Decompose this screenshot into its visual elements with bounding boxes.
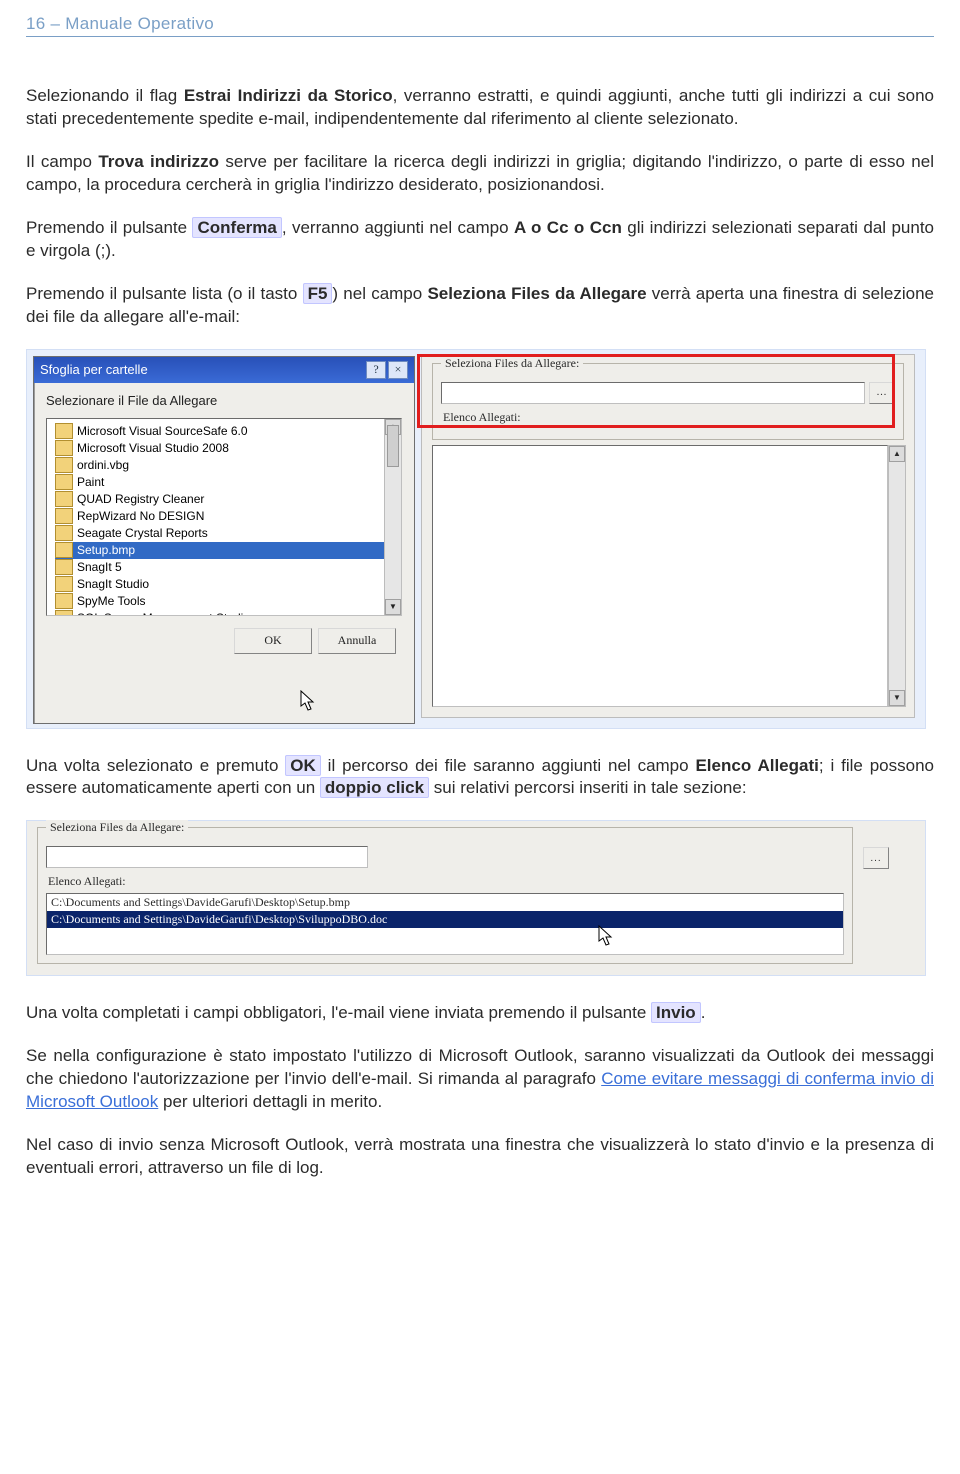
tree-item-label: Setup.bmp bbox=[77, 543, 135, 557]
tree-item-label: QUAD Registry Cleaner bbox=[77, 492, 204, 506]
file-icon bbox=[55, 525, 73, 541]
paragraph: Una volta selezionato e premuto OK il pe… bbox=[26, 755, 934, 801]
close-button[interactable]: × bbox=[388, 361, 408, 379]
conferma-highlight: Conferma bbox=[192, 217, 281, 238]
cursor-icon bbox=[597, 925, 615, 947]
tree-item[interactable]: ordini.vbg bbox=[55, 457, 401, 474]
tree-item-label: ordini.vbg bbox=[77, 458, 129, 472]
tree-item[interactable]: Setup.bmp bbox=[55, 542, 401, 559]
tree-item[interactable]: RepWizard No DESIGN bbox=[55, 508, 401, 525]
file-icon bbox=[55, 457, 73, 473]
cancel-button[interactable]: Annulla bbox=[318, 628, 396, 654]
folder-tree[interactable]: Microsoft Visual SourceSafe 6.0 Microsoft… bbox=[46, 418, 402, 616]
f5-highlight: F5 bbox=[303, 283, 333, 304]
tree-item[interactable]: Paint bbox=[55, 474, 401, 491]
tree-scrollbar[interactable]: ▲ ▼ bbox=[384, 419, 401, 615]
tree-item-label: Seagate Crystal Reports bbox=[77, 526, 208, 540]
scroll-up-icon[interactable]: ▲ bbox=[889, 446, 905, 462]
attachments-list[interactable] bbox=[432, 445, 888, 707]
doubleclick-highlight: doppio click bbox=[320, 777, 429, 798]
browse-folder-window: Sfoglia per cartelle ? × Selezionare il … bbox=[33, 356, 415, 724]
tree-item[interactable]: Seagate Crystal Reports bbox=[55, 525, 401, 542]
ok-highlight: OK bbox=[285, 755, 321, 776]
tree-item-label: SpyMe Tools bbox=[77, 594, 145, 608]
file-icon bbox=[55, 474, 73, 490]
file-icon bbox=[55, 610, 73, 616]
scroll-thumb[interactable] bbox=[387, 425, 399, 467]
ok-button[interactable]: OK bbox=[234, 628, 312, 654]
titlebar[interactable]: Sfoglia per cartelle ? × bbox=[34, 357, 414, 383]
scroll-down-icon[interactable]: ▼ bbox=[889, 690, 905, 706]
tree-item-label: SQL Server Management Studio bbox=[77, 611, 250, 616]
tree-item[interactable]: SnagIt Studio bbox=[55, 576, 401, 593]
document-page: 16 – Manuale Operativo Selezionando il f… bbox=[0, 0, 960, 1474]
tree-item-label: Microsoft Visual SourceSafe 6.0 bbox=[77, 424, 248, 438]
callout-rectangle bbox=[417, 354, 895, 428]
file-icon bbox=[55, 576, 73, 592]
tree-item[interactable]: QUAD Registry Cleaner bbox=[55, 491, 401, 508]
list-item[interactable]: C:\Documents and Settings\DavideGarufi\D… bbox=[47, 894, 843, 911]
file-icon bbox=[55, 440, 73, 456]
tree-item-label: Microsoft Visual Studio 2008 bbox=[77, 441, 229, 455]
file-icon bbox=[55, 559, 73, 575]
help-button[interactable]: ? bbox=[366, 361, 386, 379]
window-title: Sfoglia per cartelle bbox=[40, 362, 148, 377]
dialog-body: Selezionare il File da Allegare Microsof… bbox=[34, 383, 414, 664]
file-icon bbox=[55, 593, 73, 609]
tree-item-label: SnagIt Studio bbox=[77, 577, 149, 591]
paragraph: Premendo il pulsante Conferma, verranno … bbox=[26, 217, 934, 263]
page-header: 16 – Manuale Operativo bbox=[26, 14, 934, 34]
file-icon bbox=[55, 491, 73, 507]
select-files-group-2: Seleziona Files da Allegare: Elenco Alle… bbox=[37, 827, 853, 964]
invio-highlight: Invio bbox=[651, 1002, 701, 1023]
tree-item-label: SnagIt 5 bbox=[77, 560, 122, 574]
paragraph: Premendo il pulsante lista (o il tasto F… bbox=[26, 283, 934, 329]
screenshot-elenco-allegati: Seleziona Files da Allegare: Elenco Alle… bbox=[26, 820, 926, 976]
paragraph: Se nella configurazione è stato impostat… bbox=[26, 1045, 934, 1114]
list-item[interactable]: C:\Documents and Settings\DavideGarufi\D… bbox=[47, 911, 843, 928]
paragraph: Selezionando il flag Estrai Indirizzi da… bbox=[26, 85, 934, 131]
tree-item-label: Paint bbox=[77, 475, 104, 489]
header-rule bbox=[26, 36, 934, 37]
tree-item[interactable]: Microsoft Visual Studio 2008 bbox=[55, 440, 401, 457]
scrollbar[interactable]: ▲ ▼ bbox=[888, 445, 906, 707]
tree-item[interactable]: SnagIt 5 bbox=[55, 559, 401, 576]
tree-item[interactable]: SQL Server Management Studio bbox=[55, 610, 401, 616]
cursor-icon bbox=[299, 690, 317, 712]
group-legend: Seleziona Files da Allegare: bbox=[46, 820, 188, 835]
tree-item[interactable]: SpyMe Tools bbox=[55, 593, 401, 610]
file-path-input[interactable] bbox=[46, 846, 368, 868]
tree-item-label: RepWizard No DESIGN bbox=[77, 509, 204, 523]
screenshot-browse-dialog: Seleziona Files da Allegare: ... Elenco … bbox=[26, 349, 926, 729]
elenco-allegati-label: Elenco Allegati: bbox=[48, 874, 844, 889]
scroll-down-icon[interactable]: ▼ bbox=[385, 599, 401, 615]
paragraph: Nel caso di invio senza Microsoft Outloo… bbox=[26, 1134, 934, 1180]
file-icon bbox=[55, 423, 73, 439]
tree-item[interactable]: Microsoft Visual SourceSafe 6.0 bbox=[55, 423, 401, 440]
file-icon bbox=[55, 508, 73, 524]
attachments-list[interactable]: C:\Documents and Settings\DavideGarufi\D… bbox=[46, 893, 844, 955]
paragraph: Il campo Trova indirizzo serve per facil… bbox=[26, 151, 934, 197]
paragraph: Una volta completati i campi obbligatori… bbox=[26, 1002, 934, 1025]
file-icon bbox=[55, 542, 73, 558]
browse-button[interactable]: ... bbox=[863, 847, 889, 869]
dialog-prompt: Selezionare il File da Allegare bbox=[46, 393, 402, 408]
